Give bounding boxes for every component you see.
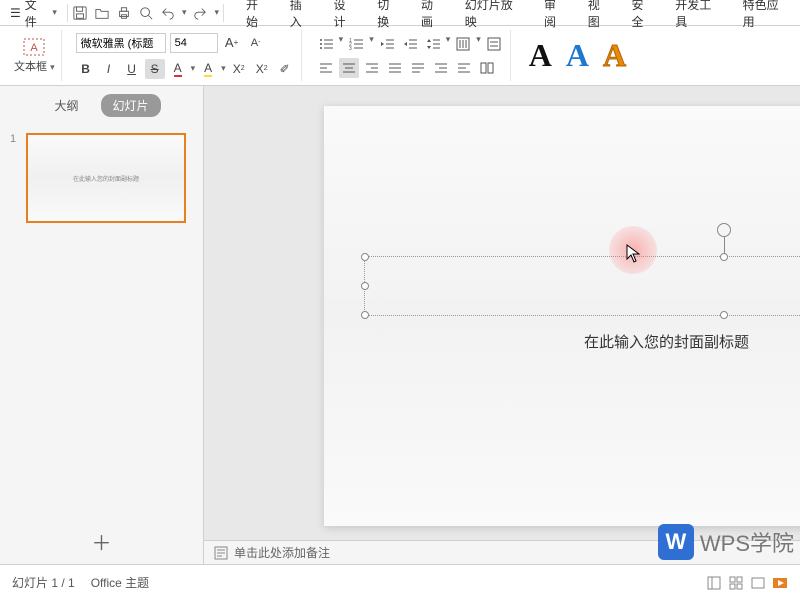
italic-button[interactable]: I (99, 59, 119, 79)
notes-placeholder[interactable]: 单击此处添加备注 (234, 544, 330, 561)
thumbnail-text: 在此输入您的封面副标题 (73, 174, 139, 183)
font-name-select[interactable] (76, 33, 166, 53)
tab-features[interactable]: 特色应用 (737, 0, 796, 34)
columns-button[interactable] (477, 58, 497, 78)
tab-transition[interactable]: 切换 (371, 0, 407, 34)
file-label: 文件 (25, 0, 49, 30)
view-normal-icon[interactable] (706, 575, 722, 591)
menu-button[interactable]: ☰ 文件 ▾ (4, 0, 63, 32)
font-size-select[interactable] (170, 33, 218, 53)
wordart-style-gradient[interactable]: A (603, 37, 626, 74)
subscript-button[interactable]: X2 (252, 59, 272, 79)
bullets-dropdown[interactable]: ▾ (339, 34, 344, 54)
line-spacing-dropdown[interactable]: ▾ (446, 34, 451, 54)
rotate-handle[interactable] (717, 223, 731, 237)
indent-right-button[interactable] (454, 58, 474, 78)
click-highlight (609, 226, 657, 274)
line-spacing-button[interactable] (423, 34, 443, 54)
tab-view[interactable]: 视图 (582, 0, 618, 34)
wps-logo-icon: W (658, 524, 694, 560)
panel-tab-outline[interactable]: 大纲 (42, 94, 90, 117)
highlight-dropdown[interactable]: ▾ (221, 63, 226, 74)
panel-tab-slides[interactable]: 幻灯片 (101, 94, 161, 117)
tab-devtools[interactable]: 开发工具 (669, 0, 728, 34)
wps-watermark: W WPS学院 (652, 520, 800, 564)
tab-animation[interactable]: 动画 (415, 0, 451, 34)
tab-review[interactable]: 审阅 (538, 0, 574, 34)
view-reading-icon[interactable] (750, 575, 766, 591)
align-left-button[interactable] (316, 58, 336, 78)
svg-text:A: A (31, 42, 39, 54)
increase-indent-button[interactable] (400, 34, 420, 54)
hamburger-icon: ☰ (10, 6, 21, 20)
numbering-button[interactable]: 123 (346, 34, 366, 54)
plus-icon: ＋ (92, 533, 112, 555)
wordart-style-solid[interactable]: A (529, 37, 552, 74)
watermark-text: WPS学院 (700, 526, 794, 558)
resize-handle-sw[interactable] (361, 311, 369, 319)
undo-dropdown-icon[interactable]: ▾ (182, 7, 187, 18)
redo-icon[interactable] (192, 5, 208, 21)
wordart-style-outline[interactable]: A (566, 37, 589, 74)
slide-counter: 幻灯片 1 / 1 (12, 574, 75, 591)
resize-handle-w[interactable] (361, 282, 369, 290)
clear-format-button[interactable]: ✐ (275, 59, 295, 79)
thumbnail-number: 1 (10, 133, 20, 223)
tab-insert[interactable]: 插入 (284, 0, 320, 34)
tab-start[interactable]: 开始 (240, 0, 276, 34)
tab-design[interactable]: 设计 (327, 0, 363, 34)
slide-thumbnail[interactable]: 在此输入您的封面副标题 (26, 133, 186, 223)
textbox-icon: A (23, 38, 45, 56)
distribute-button[interactable] (408, 58, 428, 78)
add-slide-button[interactable]: ＋ (0, 519, 203, 564)
textbox-button[interactable]: A 文本框 ▾ (14, 38, 55, 74)
superscript-button[interactable]: X2 (229, 59, 249, 79)
increase-font-icon[interactable]: A+ (222, 33, 242, 53)
svg-text:3: 3 (349, 46, 352, 51)
highlight-button[interactable]: A (198, 59, 218, 79)
underline-button[interactable]: U (122, 59, 142, 79)
chevron-down-icon: ▾ (52, 7, 57, 18)
align-right-button[interactable] (362, 58, 382, 78)
decrease-font-icon[interactable]: A- (246, 33, 266, 53)
resize-handle-s[interactable] (720, 311, 728, 319)
tab-slideshow[interactable]: 幻灯片放映 (459, 0, 530, 34)
subtitle-placeholder[interactable]: 在此输入您的封面副标题 (584, 331, 749, 352)
textbox-label: 文本框 ▾ (14, 58, 55, 74)
bullets-button[interactable] (316, 34, 336, 54)
save-icon[interactable] (72, 5, 88, 21)
slideshow-icon[interactable] (772, 575, 788, 591)
separator (223, 4, 224, 22)
theme-name: Office 主题 (91, 574, 149, 591)
print-icon[interactable] (116, 5, 132, 21)
align-justify-button[interactable] (385, 58, 405, 78)
redo-dropdown-icon[interactable]: ▾ (214, 7, 219, 18)
text-direction-dropdown[interactable]: ▾ (476, 34, 481, 54)
numbering-dropdown[interactable]: ▾ (369, 34, 374, 54)
bold-button[interactable]: B (76, 59, 96, 79)
resize-handle-nw[interactable] (361, 253, 369, 261)
align-text-button[interactable] (484, 34, 504, 54)
font-color-button[interactable]: A (168, 59, 188, 79)
align-center-button[interactable] (339, 58, 359, 78)
tab-security[interactable]: 安全 (625, 0, 661, 34)
print-preview-icon[interactable] (138, 5, 154, 21)
view-sorter-icon[interactable] (728, 575, 744, 591)
strikethrough-button[interactable]: S (145, 59, 165, 79)
resize-handle-n[interactable] (720, 253, 728, 261)
text-direction-button[interactable] (453, 34, 473, 54)
open-icon[interactable] (94, 5, 110, 21)
indent-left-button[interactable] (431, 58, 451, 78)
separator (67, 4, 68, 22)
notes-icon (214, 546, 228, 560)
font-color-dropdown[interactable]: ▾ (191, 63, 196, 74)
title-placeholder[interactable] (364, 256, 800, 316)
slide-canvas[interactable]: 在此输入您的封面副标题 (324, 106, 800, 526)
decrease-indent-button[interactable] (377, 34, 397, 54)
undo-icon[interactable] (160, 5, 176, 21)
